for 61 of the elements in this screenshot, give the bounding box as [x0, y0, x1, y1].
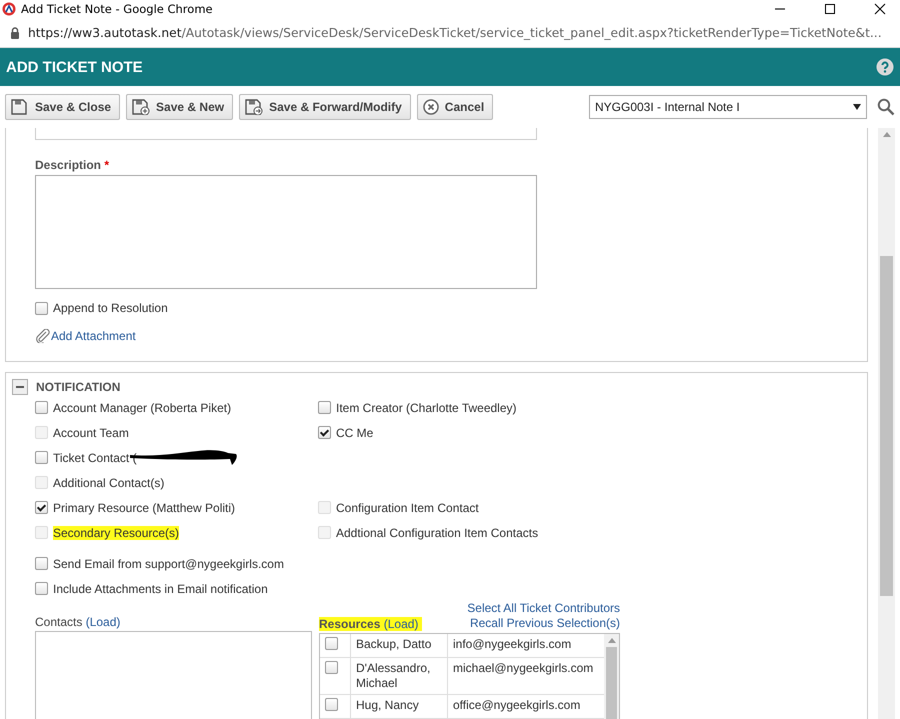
checkbox-label: Append to Resolution [53, 301, 168, 315]
scrollbar[interactable] [604, 634, 619, 719]
description-label: Description * [35, 158, 110, 172]
load-link[interactable]: (Load) [86, 615, 120, 629]
checkbox-label: Include Attachments in Email notification [53, 582, 268, 596]
checkbox[interactable] [35, 501, 48, 514]
checkbox-label: Configuration Item Contact [336, 500, 479, 514]
checkbox[interactable] [35, 302, 48, 314]
checkbox[interactable] [318, 426, 331, 439]
section-title: NOTIFICATION [36, 380, 120, 394]
maximize-icon[interactable] [824, 3, 836, 15]
checkbox-label: Account Team [53, 426, 129, 440]
description-field[interactable] [35, 175, 537, 289]
checkbox-label: Item Creator (Charlotte Tweedley) [336, 400, 517, 414]
url-text[interactable]: https://ww3.autotask.net/Autotask/views/ServiceDesk/ServiceDeskTicket/service_ticket_panel_edit.aspx?ticketRenderType=TicketNote&t... [28, 26, 882, 40]
table-cell-text: info@nygeekgirls.com [452, 636, 572, 653]
toolbar-button[interactable]: Save & New [126, 94, 234, 120]
checkbox[interactable] [325, 637, 338, 650]
checkbox[interactable] [325, 661, 338, 674]
checkbox-label: Primary Resource (Matthew Politi) [53, 500, 236, 514]
paperclip-icon [35, 329, 51, 343]
add-attachment-link[interactable]: Add Attachment [51, 329, 136, 343]
toolbar-button[interactable]: Save & Forward/Modify [239, 94, 411, 120]
search-icon[interactable] [877, 98, 895, 116]
scrollbar[interactable] [878, 128, 895, 719]
contributors-link[interactable]: Recall Previous Selection(s) [470, 616, 620, 631]
table-cell: Backup, Datto [350, 634, 448, 657]
caret-icon [853, 104, 861, 110]
table-cell-text: office@nygeekgirls.com [452, 697, 582, 714]
input-field[interactable] [35, 128, 537, 140]
close-icon[interactable] [874, 3, 886, 15]
load-link[interactable]: (Load) [384, 617, 418, 631]
help-icon[interactable] [876, 58, 894, 76]
toolbar-button[interactable]: Cancel [416, 94, 494, 120]
checkbox-label: Account Manager (Roberta Piket) [53, 400, 232, 414]
checkbox[interactable] [318, 401, 331, 414]
template-dropdown[interactable]: NYGG003I - Internal Note I [589, 95, 867, 119]
checkbox[interactable] [35, 451, 48, 464]
checkbox-label: CC Me [336, 426, 374, 440]
toolbar-button[interactable]: Save & Close [5, 94, 120, 120]
contacts-label: Contacts [35, 615, 82, 629]
checkbox-label: Addtional Configuration Item Contacts [336, 526, 538, 540]
checkbox[interactable] [35, 557, 48, 570]
page-title: ADD TICKET NOTE [6, 58, 143, 76]
checkbox[interactable] [325, 698, 338, 711]
checkbox-label: Send Email from support@nygeekgirls.com [53, 556, 284, 570]
lock-icon [10, 26, 20, 38]
table-cell: Hug, Nancy [350, 695, 448, 718]
scroll-up-icon[interactable] [608, 638, 616, 643]
table-cell-text: michael@nygeekgirls.com [452, 660, 594, 677]
table-cell: D'Alessandro, Michael [350, 658, 448, 694]
checkbox[interactable] [35, 582, 48, 595]
checkbox-label: Secondary Resource(s) [53, 526, 180, 540]
window-title: Add Ticket Note - Google Chrome [21, 2, 213, 16]
contributors-link[interactable]: Select All Ticket Contributors [467, 601, 620, 616]
cancel-icon [422, 99, 439, 115]
resources-label: Resources [319, 617, 380, 631]
checkbox-label: Additional Contact(s) [53, 476, 164, 490]
collapse-toggle[interactable] [12, 379, 28, 395]
scroll-up-icon[interactable] [882, 132, 890, 137]
checkbox[interactable] [35, 401, 48, 414]
